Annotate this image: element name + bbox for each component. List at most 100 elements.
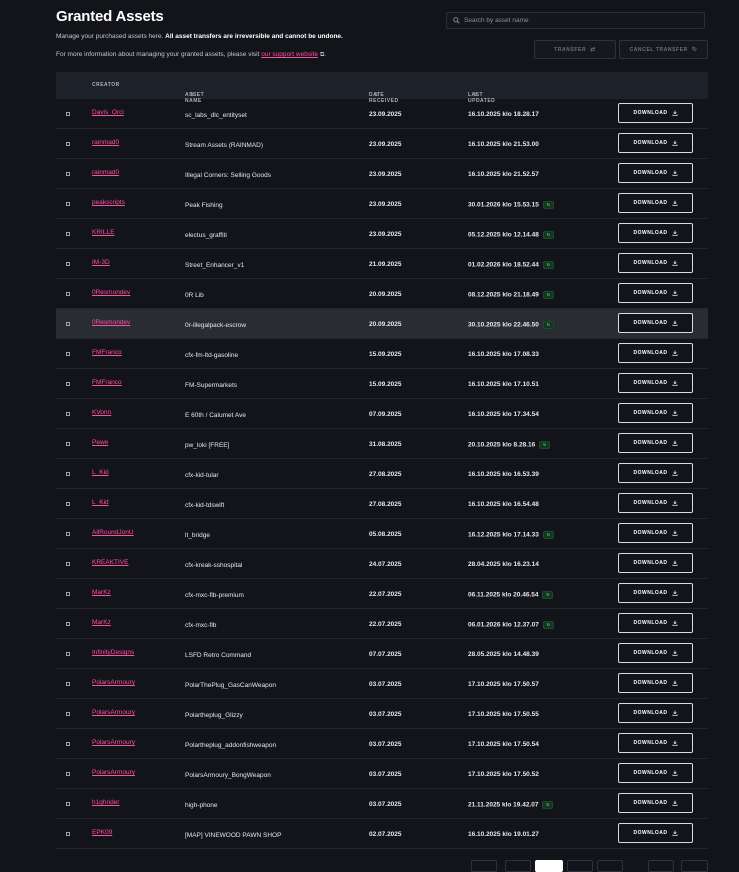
download-button[interactable]: DOWNLOAD [618,403,693,423]
date-received: 05.08.2025 [369,531,402,538]
asset-name: FM-Supermarkets [185,382,238,389]
transfer-icon: ⇄ [590,47,596,53]
download-button[interactable]: DOWNLOAD [618,343,693,363]
row-checkbox[interactable] [66,442,70,446]
creator-link[interactable]: 0Resmondev [92,289,130,296]
row-checkbox[interactable] [66,352,70,356]
creator-link[interactable]: MarKz [92,619,111,626]
creator-link[interactable]: EPK09 [92,829,112,836]
creator-link[interactable]: h1ghrider [92,799,119,806]
download-button[interactable]: DOWNLOAD [618,283,693,303]
creator-link[interactable]: InfinityDesigns [92,649,134,656]
search-input[interactable] [464,17,684,24]
row-checkbox[interactable] [66,772,70,776]
download-button[interactable]: DOWNLOAD [618,643,693,663]
creator-link[interactable]: 0Resmondev [92,319,130,326]
row-checkbox[interactable] [66,172,70,176]
download-button[interactable]: DOWNLOAD [618,313,693,333]
creator-link[interactable]: rainmad0 [92,169,119,176]
table-row: L_Kid cfx-kid-tular 27.08.2025 16.10.2025 k… [56,459,708,489]
download-button[interactable]: DOWNLOAD [618,673,693,693]
creator-link[interactable]: KREAKTIVE [92,559,128,566]
download-button[interactable]: DOWNLOAD [618,763,693,783]
last-updated: 21.11.2025 klo 19.42.07 ↻ [468,801,554,809]
download-button[interactable]: DOWNLOAD [618,103,693,123]
row-checkbox[interactable] [66,412,70,416]
row-checkbox[interactable] [66,322,70,326]
row-checkbox[interactable] [66,652,70,656]
row-checkbox[interactable] [66,202,70,206]
row-checkbox[interactable] [66,712,70,716]
date-received: 21.09.2025 [369,261,402,268]
pagination-page[interactable] [597,860,623,872]
creator-link[interactable]: L_Kid [92,499,109,506]
creator-link[interactable]: peakscripts [92,199,125,206]
download-button[interactable]: DOWNLOAD [618,553,693,573]
download-button[interactable]: DOWNLOAD [618,703,693,723]
row-checkbox[interactable] [66,562,70,566]
creator-link[interactable]: IM-3D [92,259,110,266]
creator-link[interactable]: MarKz [92,589,111,596]
download-button[interactable]: DOWNLOAD [618,793,693,813]
download-button[interactable]: DOWNLOAD [618,193,693,213]
creator-link[interactable]: Davis_Orci [92,109,124,116]
creator-link[interactable]: L_Kid [92,469,109,476]
pagination-last[interactable] [681,860,708,872]
download-button[interactable]: DOWNLOAD [618,583,693,603]
row-checkbox[interactable] [66,742,70,746]
pagination-next[interactable] [648,860,674,872]
creator-link[interactable]: FMFranco [92,379,122,386]
download-button[interactable]: DOWNLOAD [618,463,693,483]
row-checkbox[interactable] [66,232,70,236]
download-button[interactable]: DOWNLOAD [618,493,693,513]
creator-link[interactable]: PolarsArmoury [92,679,135,686]
support-website-link[interactable]: our support website [261,51,318,58]
row-checkbox[interactable] [66,472,70,476]
update-badge-icon: ↻ [542,291,554,299]
download-icon [672,620,677,626]
date-received: 23.09.2025 [369,141,402,148]
creator-link[interactable]: KVonn [92,409,111,416]
creator-link[interactable]: PolarsArmoury [92,769,135,776]
download-button[interactable]: DOWNLOAD [618,373,693,393]
search-box[interactable] [446,12,705,29]
row-checkbox[interactable] [66,532,70,536]
creator-link[interactable]: KRILLE [92,229,114,236]
sort-icon: ⇅ [374,92,379,98]
download-button[interactable]: DOWNLOAD [618,523,693,543]
creator-link[interactable]: rainmad0 [92,139,119,146]
pagination-page[interactable] [567,860,593,872]
download-button[interactable]: DOWNLOAD [618,733,693,753]
pagination-page-current[interactable] [535,860,563,872]
download-button[interactable]: DOWNLOAD [618,613,693,633]
cancel-transfer-button[interactable]: CANCEL TRANSFER ↻ [619,40,708,59]
creator-link[interactable]: FMFranco [92,349,122,356]
download-button[interactable]: DOWNLOAD [618,133,693,153]
row-checkbox[interactable] [66,592,70,596]
row-checkbox[interactable] [66,382,70,386]
page-title: Granted Assets [56,8,164,25]
table-row: PolarsArmoury Polartheplug_Glizzy 03.07.20… [56,699,708,729]
download-button[interactable]: DOWNLOAD [618,223,693,243]
row-checkbox[interactable] [66,802,70,806]
row-checkbox[interactable] [66,832,70,836]
download-button[interactable]: DOWNLOAD [618,433,693,453]
download-button[interactable]: DOWNLOAD [618,163,693,183]
row-checkbox[interactable] [66,502,70,506]
creator-link[interactable]: Pewe [92,439,108,446]
transfer-button[interactable]: TRANSFER ⇄ [534,40,616,59]
download-button[interactable]: DOWNLOAD [618,253,693,273]
pagination-prev[interactable] [505,860,531,872]
creator-link[interactable]: PolarsArmoury [92,739,135,746]
row-checkbox[interactable] [66,142,70,146]
row-checkbox[interactable] [66,292,70,296]
row-checkbox[interactable] [66,682,70,686]
download-label: DOWNLOAD [633,470,668,476]
pagination-first[interactable] [471,860,497,872]
row-checkbox[interactable] [66,262,70,266]
creator-link[interactable]: AllRoundJonU [92,529,134,536]
download-button[interactable]: DOWNLOAD [618,823,693,843]
creator-link[interactable]: PolarsArmoury [92,709,135,716]
row-checkbox[interactable] [66,112,70,116]
row-checkbox[interactable] [66,622,70,626]
